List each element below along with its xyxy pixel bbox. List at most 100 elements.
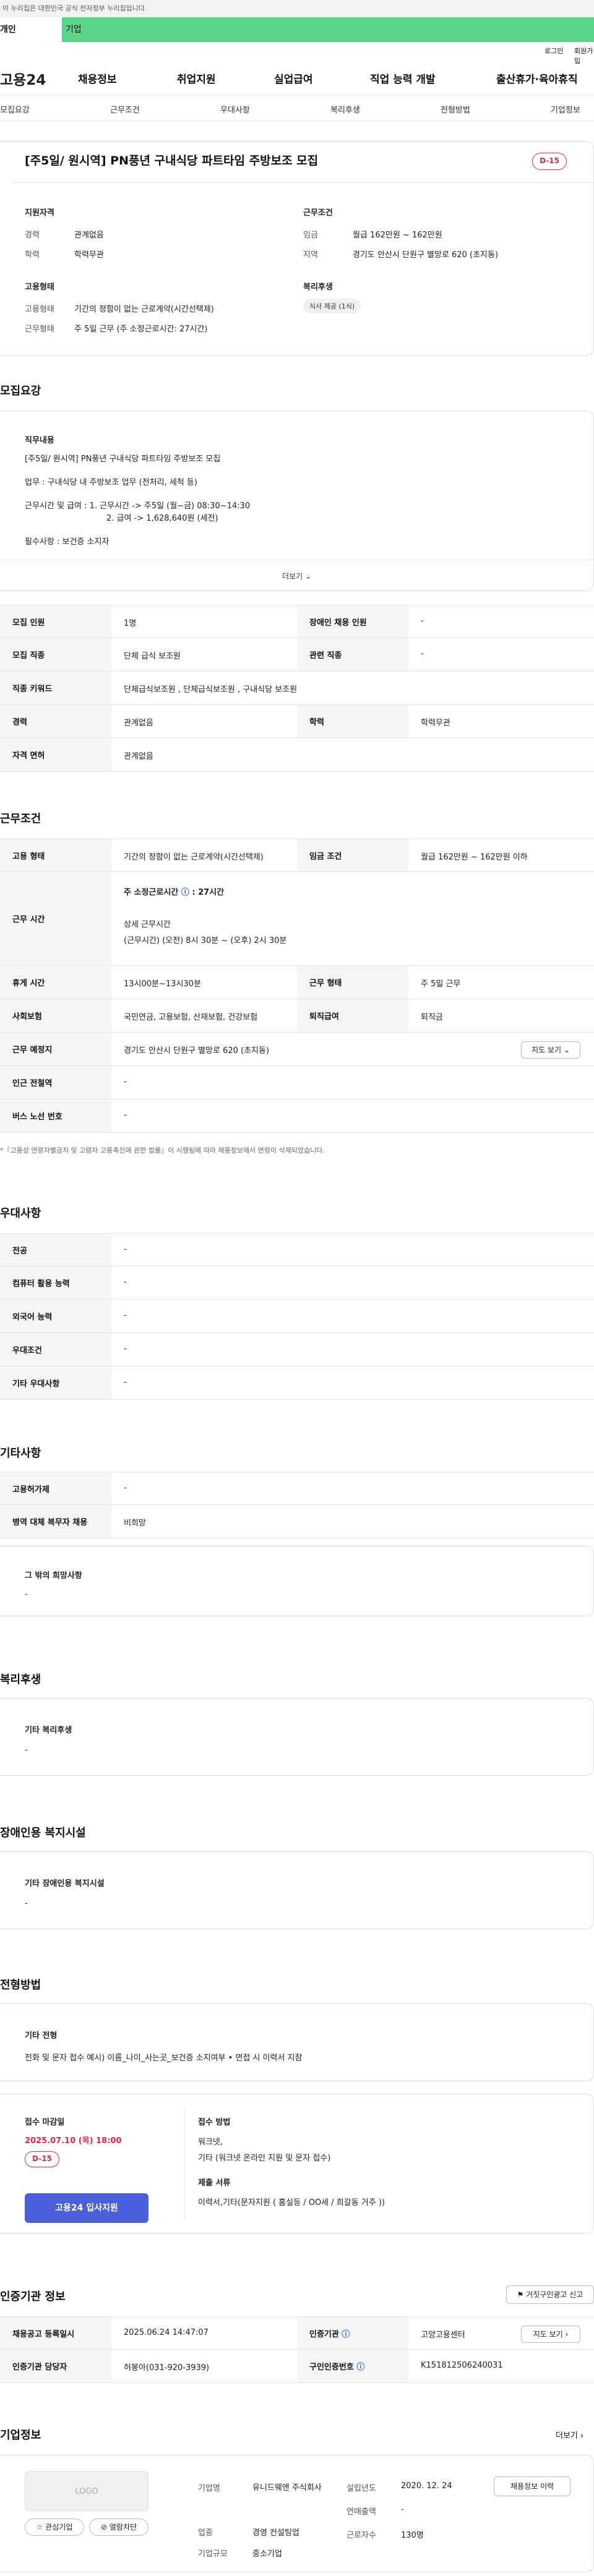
info-icon[interactable]: ⓘ (342, 2327, 350, 2339)
deadline-heading: 접수 마감일 (25, 2118, 65, 2127)
size-value: 중소기업 (252, 2549, 282, 2559)
table-row: 채용공고 등록일시 2025.06.24 14:47:07 인증기관 ⓘ 고양고용센… (0, 2316, 594, 2350)
deadline-value: 2025.07.10 (목) 18:00 (25, 2136, 122, 2146)
tab-preference[interactable]: 우대사항 (220, 103, 250, 115)
company-more-link[interactable]: 더보기 › (556, 2429, 583, 2441)
chevron-down-icon: ⌄ (563, 1046, 570, 1054)
row-label: 우대조건 (0, 1333, 111, 1366)
table-row: 버스 노선 번호 - (0, 1099, 594, 1133)
row-value: 2025.06.24 14:47:07 (124, 2328, 209, 2337)
row-value: - (421, 616, 424, 626)
method-value: 기타 (워크넷 온라인 지원 및 문자 접수) (198, 2154, 331, 2163)
block-button[interactable]: ⊘ 열람차단 (89, 2518, 148, 2536)
gov-banner: 이 누리집은 대한민국 공식 전자정부 누리집입니다. (0, 0, 594, 17)
map-button[interactable]: 지도 보기 › (521, 2326, 580, 2343)
more-button[interactable]: 더보기 ⌄ (0, 571, 593, 581)
row-value: 13시00분~13시30분 (124, 979, 201, 989)
table-row: 모집 인원 1명 장애인 채용 인원 - (0, 605, 594, 638)
etc-heading: 기타사항 (0, 1447, 41, 1460)
util-menu: 로그인 회원가입 (0, 42, 594, 65)
founded-value: 2020. 12. 24 (401, 2481, 452, 2491)
table-row: 외국어 능력 - (0, 1300, 594, 1333)
disability-card: 기타 장애인용 복지시설 - (0, 1851, 594, 1929)
row-label: 경력 (0, 705, 111, 738)
table-row: 고용허가제 - (0, 1472, 594, 1505)
employment-type-label: 고용형태 (25, 305, 54, 314)
gnb-item-support[interactable]: 취업지원 (177, 70, 216, 86)
row-label: 컴퓨터 활용 능력 (0, 1266, 111, 1299)
site-logo[interactable]: 고용24 (0, 68, 46, 89)
dday-badge: D-15 (25, 2151, 59, 2167)
row-value: 월급 162만원 ~ 162만원 이하 (421, 853, 528, 862)
description-line: 필수사항 : 보건증 소지자 (25, 537, 110, 547)
row-value: 단체급식보조원 , 단체급식보조원 , 구내식당 보조원 (124, 685, 298, 694)
info-icon[interactable]: ⓘ (181, 888, 189, 897)
job-summary-card: [주5일/ 원시역] PN풍년 구내식당 파트타임 주방보조 모집 D-15 지… (0, 141, 594, 356)
apply-button[interactable]: 고용24 입사지원 (25, 2193, 148, 2223)
hope-value: - (25, 1590, 28, 1599)
employment-type-value: 기간의 정함이 없는 근로계약(시간선택제) (74, 305, 214, 314)
hope-card: 그 밖의 희망사항 - (0, 1546, 594, 1616)
location-label: 지역 (303, 250, 318, 260)
row-label: 인근 전철역 (0, 1066, 111, 1099)
row-label: 임금 조건 (297, 839, 408, 871)
gnb-item-training[interactable]: 직업 능력 개발 (370, 70, 436, 86)
info-icon[interactable]: ⓘ (356, 2360, 364, 2372)
tab-personal[interactable]: 개인 (0, 17, 62, 42)
row-label: 근무 예정지 (0, 1033, 111, 1065)
condition-section-heading: 근무조건 (0, 812, 41, 825)
tab-company-info[interactable]: 기업정보 (551, 103, 580, 115)
condition-heading: 근무조건 (303, 208, 333, 218)
table-row: 전공 - (0, 1233, 594, 1266)
tab-company[interactable]: 기업 (62, 17, 594, 42)
login-link[interactable]: 로그인 (544, 46, 563, 56)
gnb-item-leave[interactable]: 출산휴가·육아휴직 (496, 70, 578, 86)
table-row: 컴퓨터 활용 능력 - (0, 1266, 594, 1300)
gnb-item-unemployment[interactable]: 실업급여 (274, 70, 313, 86)
row-label: 근무 형태 (297, 966, 408, 999)
table-row: 자격 면허 관계없음 (0, 738, 594, 772)
row-value: 1명 (124, 619, 137, 628)
company-card: LOGO ☆ 관심기업 ⊘ 열람차단 기업명 유니드웨앤 주식회사 설립년도 2… (0, 2455, 594, 2572)
company-heading: 기업정보 (0, 2429, 41, 2442)
tab-condition[interactable]: 근무조건 (110, 103, 140, 115)
education-value: 학력무관 (74, 250, 104, 260)
table-row: 우대조건 - (0, 1333, 594, 1367)
recruit-heading: 모집요강 (0, 385, 41, 398)
row-label: 외국어 능력 (0, 1300, 111, 1333)
experience-value: 관계없음 (74, 231, 104, 240)
row-label: 고용허가제 (0, 1472, 111, 1504)
row-value: - (421, 649, 424, 659)
employees-value: 130명 (401, 2531, 424, 2540)
row-value: 허봉아(031-920-3939) (124, 2363, 210, 2373)
description-line: [주5일/ 원시역] PN풍년 구내식당 파트타임 주방보조 모집 (25, 454, 221, 464)
row-label: 사회보험 (0, 999, 111, 1032)
table-row: 기타 우대사항 - (0, 1367, 594, 1400)
map-button[interactable]: 지도 보기 ⌄ (521, 1041, 580, 1059)
tab-recruit[interactable]: 모집요강 (0, 103, 30, 115)
sales-value: - (401, 2505, 404, 2514)
recruit-history-button[interactable]: 채용정보 이력 (494, 2476, 570, 2496)
disability-heading: 장애인용 복지시설 (0, 1827, 86, 1840)
weekly-hours: 주 소정근로시간 ⓘ : 27시간 (124, 888, 225, 897)
gnb-item-jobs[interactable]: 채용정보 (78, 70, 117, 86)
welfare-card: 기타 복리후생 - (0, 1698, 594, 1776)
favorite-button[interactable]: ☆ 관심기업 (25, 2518, 84, 2536)
flag-icon: ⚑ (517, 2290, 524, 2299)
table-row: 근무 시간 주 소정근로시간 ⓘ : 27시간 상세 근무시간 (근무시간) (… (0, 872, 594, 966)
company-logo: LOGO (25, 2472, 148, 2511)
tab-selection[interactable]: 전형방법 (441, 103, 470, 115)
report-button[interactable]: ⚑ 거짓구인광고 신고 (506, 2285, 594, 2304)
table-row: 병역 대체 복무자 채용 비희망 (0, 1505, 594, 1538)
chevron-right-icon: › (565, 2330, 569, 2339)
row-value: K151812506240031 (421, 2361, 503, 2370)
welfare-heading: 복리후생 (303, 283, 333, 292)
row-label: 구인인증번호 ⓘ (297, 2350, 408, 2382)
selection-card: 기타 전형 전화 및 문자 접수 예시) 이름_나이_사는곳_보건증 소지여부 … (0, 2003, 594, 2081)
row-value: - (124, 1483, 127, 1493)
table-row: 직종 키워드 단체급식보조원 , 단체급식보조원 , 구내식당 보조원 (0, 672, 594, 705)
row-value: 단체 급식 보조원 (124, 652, 181, 661)
tab-welfare[interactable]: 복리후생 (330, 103, 360, 115)
auth-heading: 인증기관 정보 (0, 2290, 66, 2303)
job-description-heading: 직무내용 (25, 436, 54, 445)
